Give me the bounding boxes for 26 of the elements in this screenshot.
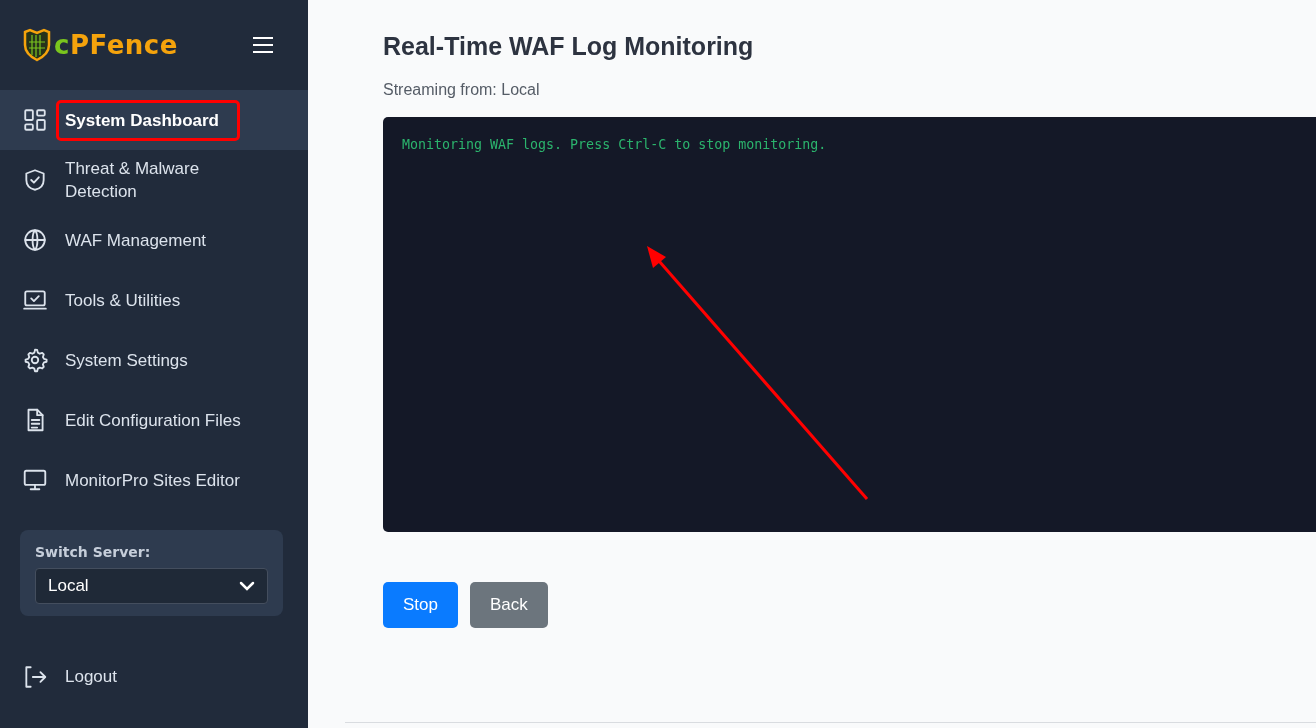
logo-text: cPFence [54, 30, 178, 60]
server-dropdown[interactable]: Local [35, 568, 268, 604]
sidebar-item[interactable]: Threat & Malware Detection [0, 150, 308, 210]
sidebar-item[interactable]: System Settings [0, 330, 308, 390]
sidebar-item[interactable]: Edit Configuration Files [0, 390, 308, 450]
settings-icon [22, 347, 48, 373]
sidebar-item[interactable]: Tools & Utilities [0, 270, 308, 330]
globe-icon [22, 227, 48, 253]
logout-link[interactable]: Logout [0, 652, 308, 702]
logout-icon [22, 664, 48, 690]
monitor-check-icon [22, 287, 48, 313]
sidebar-item[interactable]: WAF Management [0, 210, 308, 270]
sidebar-item[interactable]: System Dashboard [0, 90, 308, 150]
log-line: Monitoring WAF logs. Press Ctrl-C to stop monitoring. [402, 137, 828, 152]
shield-logo-icon [22, 28, 52, 62]
field-label: Switch Server: [35, 544, 152, 560]
streaming-source-text: Streaming from: Local [383, 81, 541, 99]
monitor-icon [22, 467, 48, 493]
chevron-down-icon [239, 581, 255, 591]
sidebar-item[interactable]: MonitorPro Sites Editor [0, 450, 308, 510]
back-button[interactable]: Back [470, 582, 548, 628]
shield-check-icon [22, 167, 48, 193]
grid-icon [22, 107, 48, 133]
stop-button[interactable]: Stop [383, 582, 458, 628]
page-title: Real-Time WAF Log Monitoring [383, 32, 755, 61]
menu-icon[interactable] [252, 35, 274, 55]
